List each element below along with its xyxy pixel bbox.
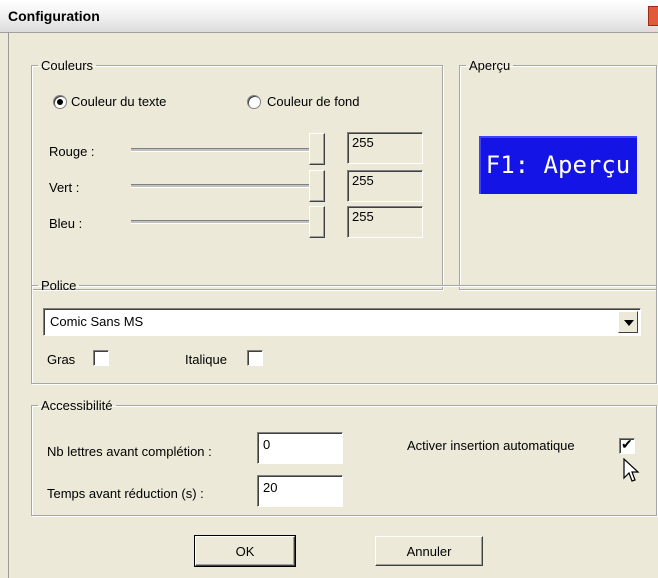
letters-before-completion-label: Nb lettres avant complétion : xyxy=(47,444,212,459)
radio-background-color-label: Couleur de fond xyxy=(267,94,360,109)
letters-before-completion-input[interactable]: 0 xyxy=(257,432,343,464)
auto-insert-label: Activer insertion automatique xyxy=(407,438,575,453)
cancel-button[interactable]: Annuler xyxy=(375,536,483,566)
configuration-window: Configuration Couleurs Couleur du texte … xyxy=(0,0,658,578)
italic-checkbox[interactable] xyxy=(247,350,263,366)
police-legend: Police xyxy=(41,278,77,293)
value-box-blue: 255 xyxy=(347,206,423,238)
time-before-reduction-label: Temps avant réduction (s) : xyxy=(47,486,204,501)
slider-track-red xyxy=(131,148,321,152)
value-box-green: 255 xyxy=(347,170,423,202)
slider-label-blue: Bleu : xyxy=(49,216,83,231)
accessibilite-legend: Accessibilité xyxy=(41,398,113,413)
slider-label-green: Vert : xyxy=(49,180,80,195)
close-icon[interactable] xyxy=(648,6,658,26)
font-select[interactable]: Comic Sans MS xyxy=(43,308,641,336)
bold-label: Gras xyxy=(47,352,76,367)
color-preview-box: F1: Aperçu xyxy=(479,136,637,194)
italic-label: Italique xyxy=(185,352,227,367)
font-select-value: Comic Sans MS xyxy=(50,314,144,329)
dialog-body: Couleurs Couleur du texte Couleur de fon… xyxy=(8,32,658,578)
title-bar[interactable]: Configuration xyxy=(0,0,658,33)
mouse-pointer-icon xyxy=(623,458,640,482)
slider-thumb-green[interactable] xyxy=(309,170,325,202)
time-before-reduction-input[interactable]: 20 xyxy=(257,475,343,507)
auto-insert-checkbox[interactable] xyxy=(619,436,635,454)
bold-checkbox[interactable] xyxy=(93,350,109,366)
radio-text-color[interactable] xyxy=(53,95,67,109)
radio-text-color-label: Couleur du texte xyxy=(71,94,167,109)
slider-thumb-blue[interactable] xyxy=(309,206,325,238)
ok-button[interactable]: OK xyxy=(194,535,296,567)
slider-track-green xyxy=(131,184,321,188)
chevron-down-icon[interactable] xyxy=(618,311,638,333)
slider-thumb-red[interactable] xyxy=(309,133,325,165)
apercu-legend: Aperçu xyxy=(469,58,511,73)
radio-background-color[interactable] xyxy=(247,95,261,109)
window-title: Configuration xyxy=(8,8,100,24)
couleurs-legend: Couleurs xyxy=(41,58,94,73)
slider-track-blue xyxy=(131,220,321,224)
value-box-red: 255 xyxy=(347,132,423,164)
slider-label-red: Rouge : xyxy=(49,144,95,159)
